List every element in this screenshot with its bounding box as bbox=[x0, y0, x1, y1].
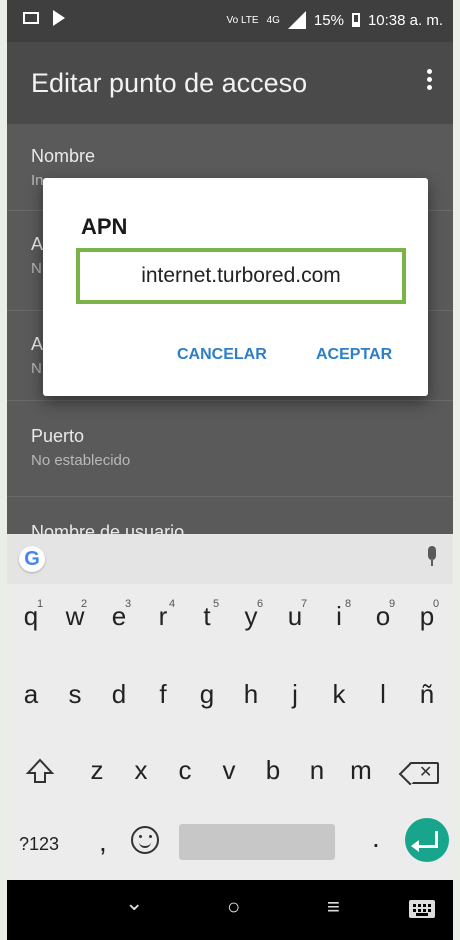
microphone-icon[interactable] bbox=[425, 546, 439, 570]
setting-label: Nombre bbox=[31, 146, 96, 166]
keyboard-bottom-row: ?123 , . bbox=[7, 818, 453, 874]
divider bbox=[7, 400, 453, 401]
clock: 10:38 a. m. bbox=[367, 11, 443, 29]
key-m[interactable]: m bbox=[343, 746, 379, 794]
period-key[interactable]: . bbox=[372, 822, 380, 854]
comma-key[interactable]: , bbox=[99, 826, 107, 858]
emoji-icon[interactable] bbox=[131, 826, 159, 854]
key-x[interactable]: x bbox=[123, 746, 159, 794]
phone-screen: Vo LTE 4G 15% 10:38 a. m. Editar punto d… bbox=[7, 0, 453, 940]
key-r[interactable]: 4r bbox=[145, 592, 181, 640]
google-icon[interactable]: G bbox=[19, 546, 45, 572]
setting-value: No establecido bbox=[31, 452, 131, 469]
key-k[interactable]: k bbox=[321, 670, 357, 718]
setting-label: Puerto bbox=[31, 426, 85, 446]
more-options-icon[interactable] bbox=[425, 66, 433, 98]
key-u[interactable]: 7u bbox=[277, 592, 313, 640]
app-bar: Editar punto de acceso bbox=[7, 42, 453, 124]
setting-puerto[interactable]: Puerto No establecido bbox=[31, 426, 431, 469]
cancel-button[interactable]: CANCELAR bbox=[177, 346, 267, 364]
key-l[interactable]: l bbox=[365, 670, 401, 718]
volte-indicator: Vo LTE bbox=[226, 14, 259, 26]
key-n[interactable]: n bbox=[299, 746, 335, 794]
signal-icon bbox=[287, 11, 306, 29]
keyboard-icon[interactable] bbox=[409, 900, 435, 918]
gallery-icon bbox=[23, 12, 39, 24]
recents-icon[interactable]: ≡ bbox=[327, 894, 340, 920]
navigation-bar: ⌄ ○ ≡ bbox=[7, 880, 453, 940]
key-s[interactable]: s bbox=[57, 670, 93, 718]
key-e[interactable]: 3e bbox=[101, 592, 137, 640]
shift-icon[interactable] bbox=[25, 756, 55, 786]
key-y[interactable]: 6y bbox=[233, 592, 269, 640]
key-o[interactable]: 9o bbox=[365, 592, 401, 640]
dialog-title: APN bbox=[81, 214, 128, 239]
page-title: Editar punto de acceso bbox=[31, 68, 308, 98]
key-q[interactable]: 1q bbox=[13, 592, 49, 640]
divider bbox=[7, 496, 453, 497]
keyboard-toolbar: G bbox=[7, 534, 453, 584]
key-a[interactable]: a bbox=[13, 670, 49, 718]
home-icon[interactable]: ○ bbox=[227, 894, 240, 920]
key-c[interactable]: c bbox=[167, 746, 203, 794]
key-i[interactable]: 8i bbox=[321, 592, 357, 640]
network-type: 4G bbox=[266, 14, 280, 26]
status-bar: Vo LTE 4G 15% 10:38 a. m. bbox=[7, 0, 453, 42]
play-store-icon bbox=[53, 10, 65, 26]
key-g[interactable]: g bbox=[189, 670, 225, 718]
key-w[interactable]: 2w bbox=[57, 592, 93, 640]
key-p[interactable]: 0p bbox=[409, 592, 445, 640]
key-f[interactable]: f bbox=[145, 670, 181, 718]
accept-button[interactable]: ACEPTAR bbox=[316, 346, 392, 364]
key-h[interactable]: h bbox=[233, 670, 269, 718]
symbols-key[interactable]: ?123 bbox=[19, 834, 59, 855]
key-z[interactable]: z bbox=[79, 746, 115, 794]
key-v[interactable]: v bbox=[211, 746, 247, 794]
key-n-tilde[interactable]: ñ bbox=[409, 670, 445, 718]
battery-icon bbox=[351, 13, 360, 27]
battery-percent: 15% bbox=[313, 11, 344, 29]
backspace-icon[interactable]: ✕ bbox=[409, 762, 439, 784]
keyboard: G 1q 2w 3e 4r 5t 6y 7u 8i 9o 0p a s d f … bbox=[7, 534, 453, 880]
key-t[interactable]: 5t bbox=[189, 592, 225, 640]
spacebar[interactable] bbox=[179, 824, 335, 860]
key-d[interactable]: d bbox=[101, 670, 137, 718]
key-j[interactable]: j bbox=[277, 670, 313, 718]
enter-icon[interactable] bbox=[405, 818, 449, 862]
back-icon[interactable]: ⌄ bbox=[125, 890, 143, 916]
apn-dialog: APN internet.turbored.com CANCELAR ACEPT… bbox=[43, 178, 428, 396]
apn-input[interactable]: internet.turbored.com bbox=[76, 248, 406, 304]
key-b[interactable]: b bbox=[255, 746, 291, 794]
